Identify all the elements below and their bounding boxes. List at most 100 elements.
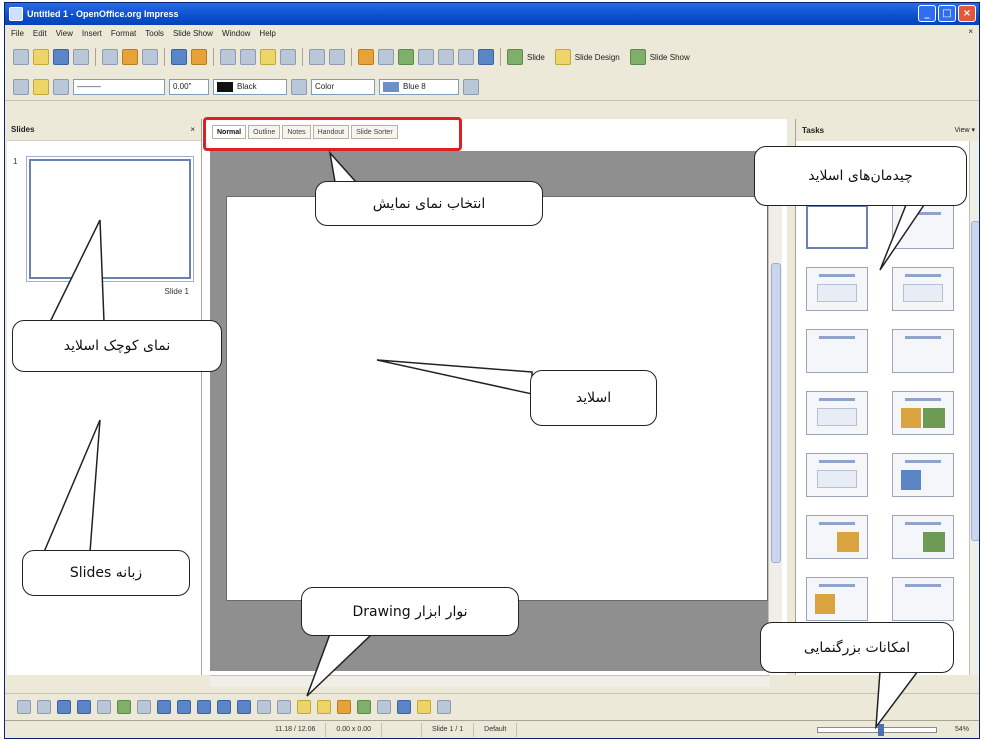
points-icon[interactable] xyxy=(277,699,291,714)
line-tool-icon[interactable] xyxy=(37,699,51,714)
menu-view[interactable]: View xyxy=(56,29,73,38)
layout-text-image[interactable] xyxy=(892,515,954,559)
shadow-icon[interactable] xyxy=(463,78,479,95)
menu-edit[interactable]: Edit xyxy=(33,29,47,38)
layout-blank[interactable] xyxy=(806,205,868,249)
slide-show-button[interactable]: Slide Show xyxy=(650,53,690,62)
slide-design-button[interactable]: Slide Design xyxy=(575,53,620,62)
format-paintbrush-icon[interactable] xyxy=(280,49,296,65)
layout-title-2-content[interactable] xyxy=(806,453,868,497)
rectangle-tool-icon[interactable] xyxy=(57,699,71,714)
maximize-button[interactable]: □ xyxy=(938,5,956,22)
undo-icon[interactable] xyxy=(309,49,325,65)
spellcheck-icon[interactable] xyxy=(171,49,187,65)
tasks-scrollbar[interactable] xyxy=(969,141,979,675)
menu-file[interactable]: File xyxy=(11,29,24,38)
title-bar[interactable]: Untitled 1 - OpenOffice.org Impress _ □ … xyxy=(5,3,979,25)
layout-title-text[interactable] xyxy=(892,267,954,311)
ellipse-tool-icon[interactable] xyxy=(77,699,91,714)
rotate-icon[interactable] xyxy=(377,699,391,714)
fontwork-gallery-icon[interactable] xyxy=(317,699,331,714)
stars-icon[interactable] xyxy=(257,699,271,714)
flowchart-icon[interactable] xyxy=(217,699,231,714)
zoom-slider[interactable] xyxy=(816,723,937,736)
help-icon[interactable] xyxy=(478,49,494,65)
glue-points-icon[interactable] xyxy=(297,699,311,714)
copy-icon[interactable] xyxy=(240,49,256,65)
extrusion-icon[interactable] xyxy=(437,699,451,714)
arrow-style-icon[interactable] xyxy=(53,78,69,95)
line-color-select[interactable]: Black xyxy=(213,78,287,95)
close-slides-pane-icon[interactable]: × xyxy=(190,125,195,134)
close-document-icon[interactable]: × xyxy=(968,27,973,36)
email-icon[interactable] xyxy=(73,49,89,65)
paste-icon[interactable] xyxy=(260,49,276,65)
export-pdf-icon[interactable] xyxy=(122,49,138,65)
select-arrow-icon[interactable] xyxy=(17,699,31,714)
menu-insert[interactable]: Insert xyxy=(82,29,102,38)
slide-page[interactable] xyxy=(226,196,768,601)
close-button[interactable]: × xyxy=(958,5,976,22)
layout-chart-text[interactable] xyxy=(806,577,868,621)
slide-button[interactable]: Slide xyxy=(527,53,545,62)
symbol-shapes-icon[interactable] xyxy=(177,699,191,714)
layout-title-content[interactable] xyxy=(806,267,868,311)
text-tool-icon[interactable] xyxy=(97,699,111,714)
curve-tool-icon[interactable] xyxy=(117,699,131,714)
zoom-value[interactable]: 54% xyxy=(945,723,979,737)
draw-functions-icon[interactable] xyxy=(458,49,474,65)
hyperlink-icon[interactable] xyxy=(438,49,454,65)
fill-color-select[interactable]: Blue 8 xyxy=(379,78,459,95)
basic-shapes-icon[interactable] xyxy=(157,699,171,714)
new-document-icon[interactable] xyxy=(13,49,29,65)
horizontal-scrollbar[interactable] xyxy=(210,675,770,687)
menu-format[interactable]: Format xyxy=(111,29,136,38)
layout-title-image-text[interactable] xyxy=(892,453,954,497)
area-icon[interactable] xyxy=(291,78,307,95)
tasks-view-menu[interactable]: View ▾ xyxy=(954,126,975,134)
menu-tools[interactable]: Tools xyxy=(145,29,164,38)
menu-help[interactable]: Help xyxy=(259,29,275,38)
connector-tool-icon[interactable] xyxy=(137,699,151,714)
line-width-field[interactable]: 0.00" xyxy=(169,78,209,95)
table-icon[interactable] xyxy=(378,49,394,65)
vertical-scrollbar[interactable] xyxy=(768,153,782,673)
arrange-icon[interactable] xyxy=(417,699,431,714)
edit-file-icon[interactable] xyxy=(102,49,118,65)
tasks-scroll-thumb[interactable] xyxy=(971,221,979,541)
line-style-select[interactable]: ——— xyxy=(73,78,165,95)
fontwork-icon[interactable] xyxy=(418,49,434,65)
slide-thumbnail[interactable] xyxy=(29,159,191,279)
line-icon[interactable] xyxy=(33,78,49,95)
zoom-slider-knob[interactable] xyxy=(877,723,884,736)
gallery-icon[interactable] xyxy=(357,699,371,714)
layout-text-chart[interactable] xyxy=(806,515,868,559)
from-file-icon[interactable] xyxy=(337,699,351,714)
styles-icon[interactable] xyxy=(13,78,29,95)
cut-icon[interactable] xyxy=(220,49,236,65)
save-icon[interactable] xyxy=(53,49,69,65)
print-icon[interactable] xyxy=(142,49,158,65)
slide-show-icon[interactable] xyxy=(629,49,646,65)
open-folder-icon[interactable] xyxy=(33,49,49,65)
redo-icon[interactable] xyxy=(329,49,345,65)
layout-title-four-content[interactable] xyxy=(892,577,954,621)
slide-design-icon[interactable] xyxy=(554,49,571,65)
layout-title-outline[interactable] xyxy=(806,391,868,435)
block-arrows-icon[interactable] xyxy=(197,699,211,714)
slide-icon[interactable] xyxy=(507,49,523,65)
fill-mode-select[interactable]: Color xyxy=(311,78,375,95)
chart-icon[interactable] xyxy=(358,49,374,65)
menu-window[interactable]: Window xyxy=(222,29,250,38)
alignment-icon[interactable] xyxy=(397,699,411,714)
minimize-button[interactable]: _ xyxy=(918,5,936,22)
autospellcheck-icon[interactable] xyxy=(191,49,207,65)
callouts-icon[interactable] xyxy=(237,699,251,714)
layout-title-only[interactable] xyxy=(892,205,954,249)
layout-title-chart[interactable] xyxy=(892,391,954,435)
menu-slide-show[interactable]: Slide Show xyxy=(173,29,213,38)
layout-centered-text[interactable] xyxy=(892,329,954,373)
image-icon[interactable] xyxy=(398,49,414,65)
layout-title-slide[interactable] xyxy=(806,329,868,373)
scroll-thumb[interactable] xyxy=(771,263,781,563)
